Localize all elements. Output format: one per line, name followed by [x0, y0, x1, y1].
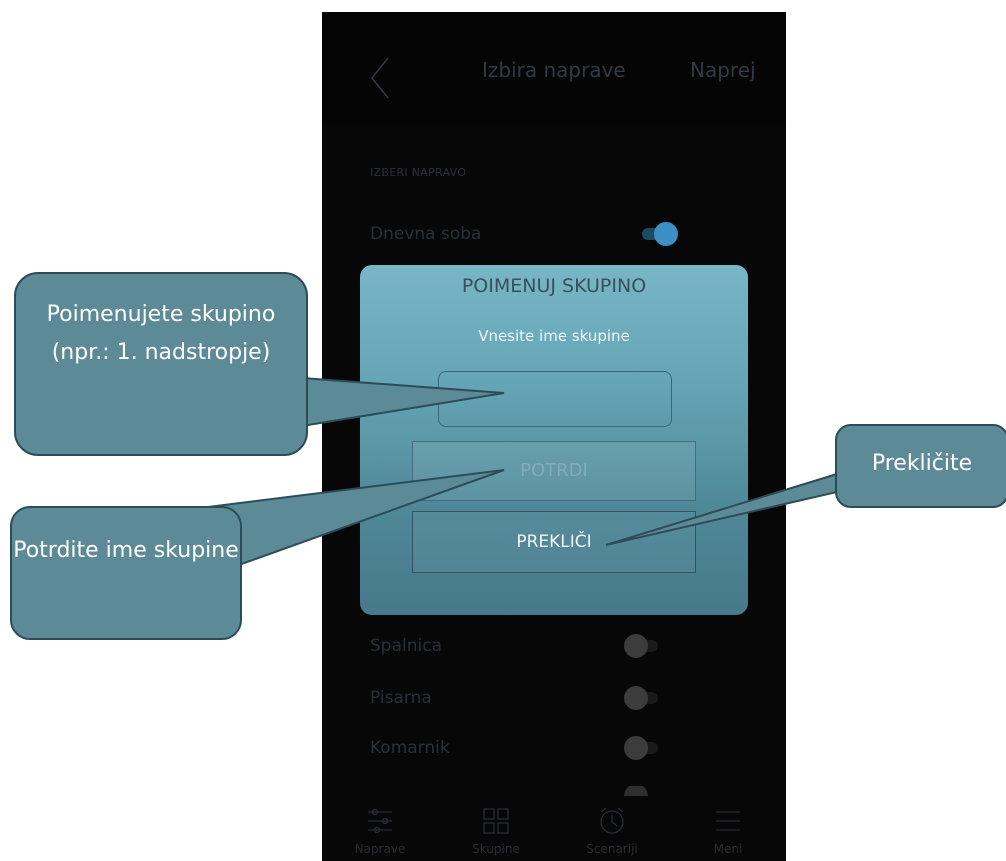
callout-pointer — [605, 472, 838, 546]
callout-pointer — [198, 469, 505, 568]
callout-text: Potrdite ime skupine — [13, 538, 239, 563]
callout-cancel: Prekličite — [835, 424, 1006, 508]
callout-confirm: Potrdite ime skupine — [10, 506, 242, 640]
callout-name-group: Poimenujete skupino (npr.: 1. nadstropje… — [14, 272, 308, 456]
callout-text: Prekličite — [871, 451, 973, 476]
callout-pointer — [301, 376, 505, 428]
callout-text: Poimenujete skupino (npr.: 1. nadstropje… — [46, 302, 276, 365]
